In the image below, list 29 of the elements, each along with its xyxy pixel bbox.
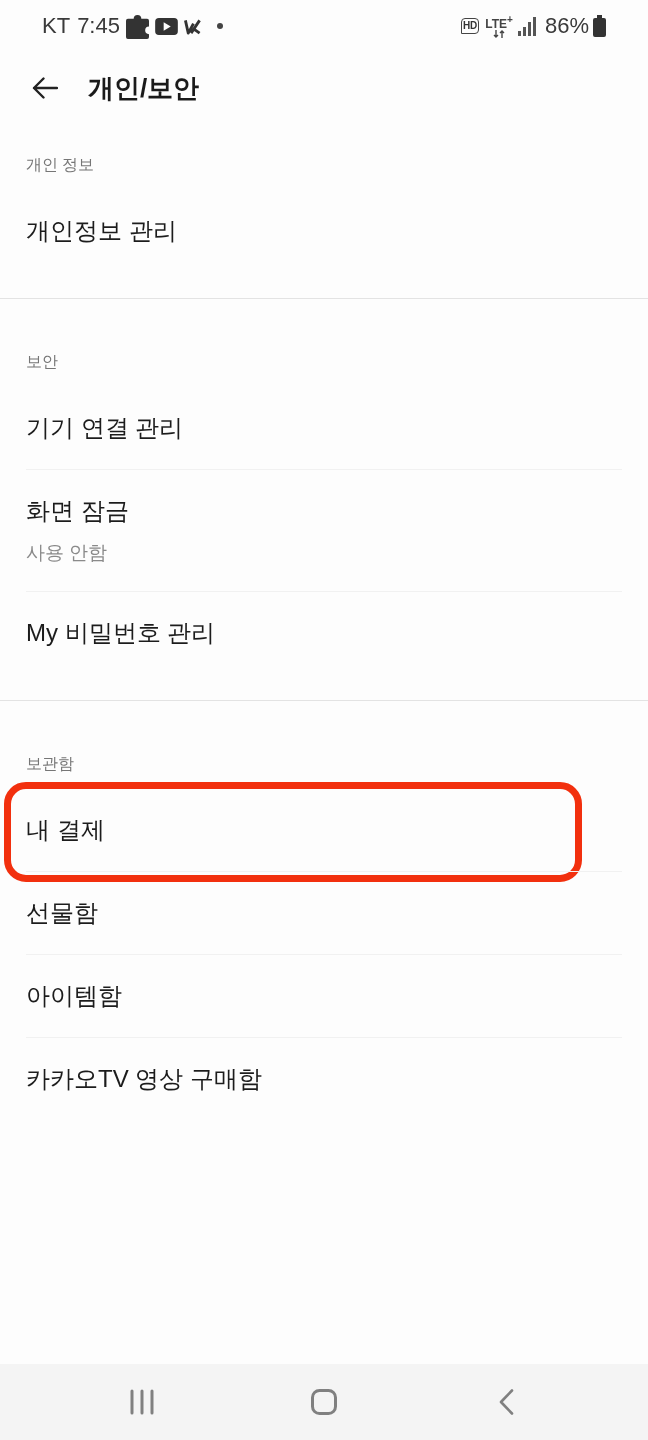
back-arrow-icon[interactable] [32,77,58,99]
menu-item[interactable]: My 비밀번호 관리 [26,617,216,649]
section-header: 개인 정보 [26,155,95,175]
menu-item[interactable]: 내 결제 [26,814,105,846]
menu-item[interactable]: 화면 잠금 [26,495,129,527]
section-header: 보안 [26,352,58,372]
home-icon[interactable] [311,1389,337,1415]
recent-apps-icon[interactable] [130,1389,154,1415]
menu-item[interactable]: 개인정보 관리 [26,215,177,247]
battery-icon [593,15,606,37]
item-status: 사용 안함 [26,541,108,565]
menu-item[interactable]: 선물함 [26,897,98,929]
network-type: LTE$^{+}$ [485,14,513,30]
signal-icon [517,16,537,36]
data-arrows-icon [493,30,506,38]
puzzle-icon [125,13,149,39]
menu-item[interactable]: 기기 연결 관리 [26,412,184,444]
video-play-icon [154,17,178,35]
battery-percent: 86% [544,13,589,39]
carrier-name: KT [42,13,71,39]
menu-item[interactable]: 카카오TV 영상 구매함 [26,1063,262,1095]
back-icon[interactable] [498,1389,514,1415]
notification-dot-icon [216,23,223,29]
page-title: 개인/보안 [88,72,200,105]
zigzag-icon [183,17,201,35]
hd-voice-badge: HD [460,18,480,34]
clock-time: 7:45 [77,13,120,39]
menu-item[interactable]: 아이템함 [26,980,122,1012]
section-header: 보관함 [26,754,74,774]
